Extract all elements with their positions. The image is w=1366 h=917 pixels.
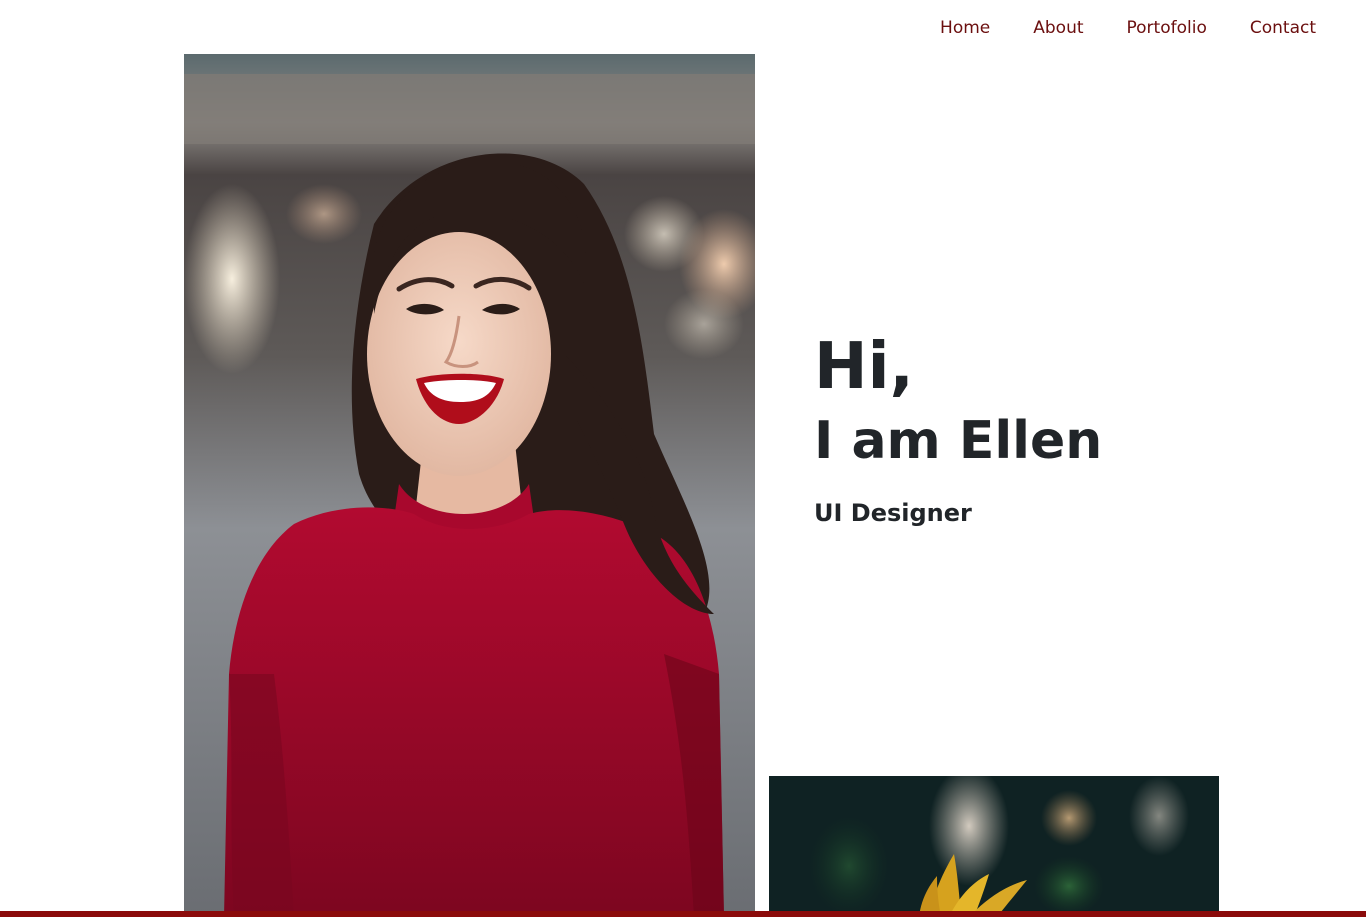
page: Home About Portofolio Contact Hi, I am E… (0, 0, 1366, 917)
nav-link-contact[interactable]: Contact (1250, 14, 1316, 42)
hero-text: Hi, I am Ellen UI Designer (814, 330, 1102, 528)
nav-link-portfolio[interactable]: Portofolio (1127, 14, 1207, 42)
portrait-image (184, 54, 755, 917)
nav-link-about[interactable]: About (1033, 14, 1083, 42)
bottom-accent-bar (0, 911, 1366, 917)
hero-name: I am Ellen (814, 411, 1103, 471)
hero-greeting: Hi, (814, 330, 914, 404)
top-nav: Home About Portofolio Contact (940, 14, 1316, 42)
nav-link-home[interactable]: Home (940, 14, 990, 42)
flower-image (769, 776, 1219, 917)
hero-role: UI Designer (814, 499, 972, 527)
